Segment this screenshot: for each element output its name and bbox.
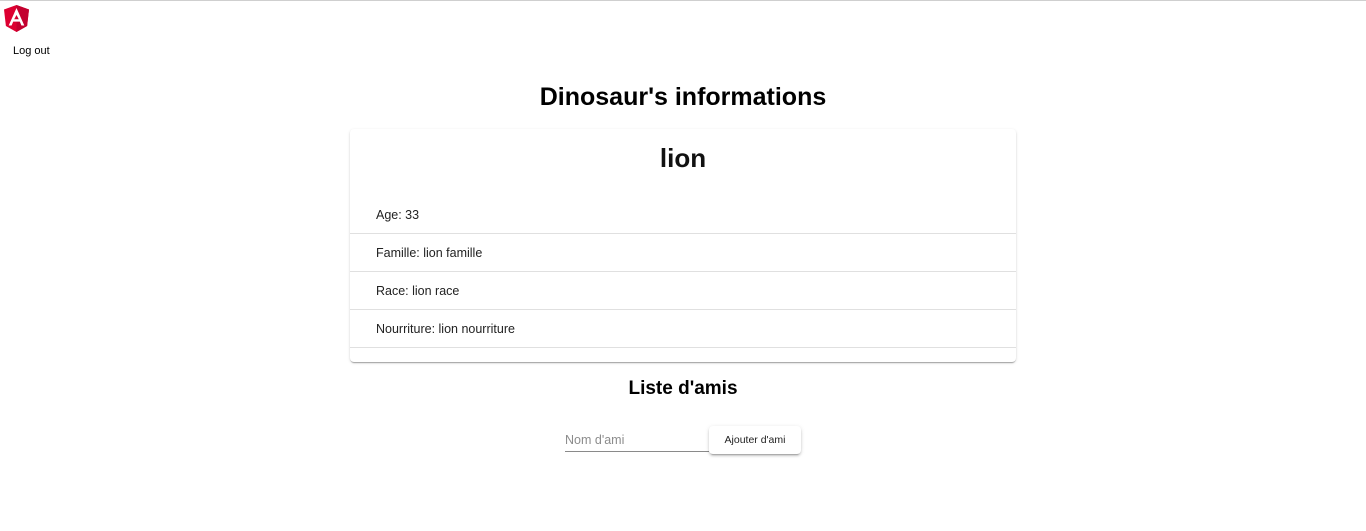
- page-title: Dinosaur's informations: [539, 83, 827, 111]
- friend-name-input[interactable]: [565, 428, 709, 452]
- logout-link[interactable]: Log out: [13, 44, 50, 58]
- top-divider: [0, 0, 1366, 1]
- list-item-nourriture: Nourriture: lion nourriture: [350, 310, 1016, 348]
- list-item-famille: Famille: lion famille: [350, 234, 1016, 272]
- detail-famille: Famille: lion famille: [376, 246, 483, 260]
- dinosaur-name: lion: [659, 143, 707, 173]
- list-item-race: Race: lion race: [350, 272, 1016, 310]
- detail-age: Age: 33: [376, 208, 420, 222]
- detail-nourriture: Nourriture: lion nourriture: [376, 322, 515, 336]
- angular-logo-icon: [4, 5, 29, 32]
- friends-list-title: Liste d'amis: [628, 378, 738, 399]
- list-item-age: Age: 33: [350, 196, 1016, 234]
- add-friend-button[interactable]: Ajouter d'ami: [709, 426, 801, 454]
- dinosaur-info-card: lion Age: 33 Famille: lion famille Race:…: [350, 129, 1016, 362]
- detail-race: Race: lion race: [376, 284, 460, 298]
